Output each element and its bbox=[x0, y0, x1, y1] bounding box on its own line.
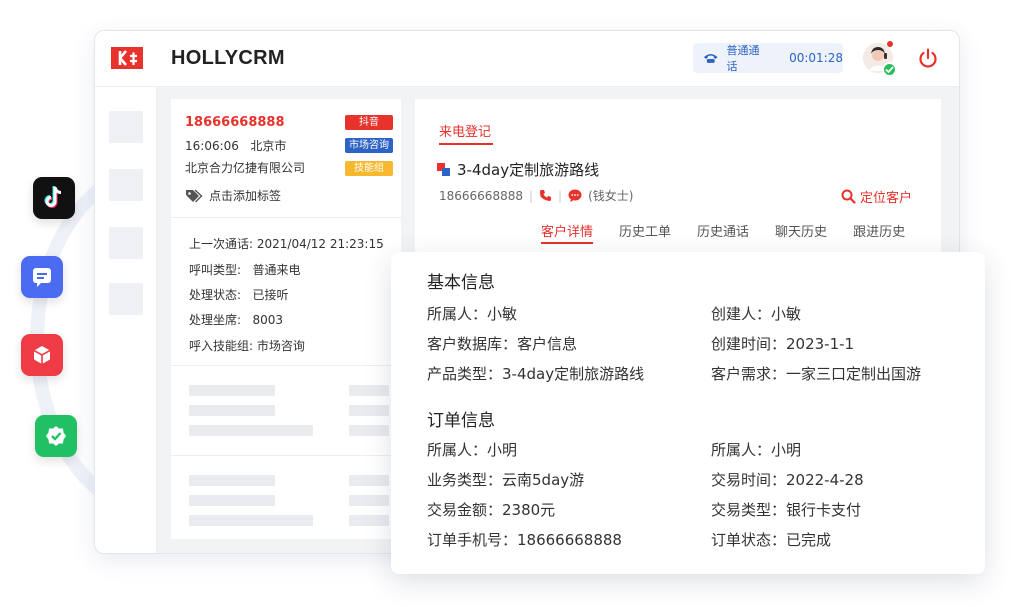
nav-item[interactable] bbox=[109, 169, 143, 201]
product-logo-icon bbox=[437, 162, 450, 176]
call-status-pill[interactable]: 普通通话 00:01:28 bbox=[693, 43, 843, 73]
contact-name: (钱女士) bbox=[588, 189, 634, 203]
tab-call-registration[interactable]: 来电登记 bbox=[439, 121, 491, 140]
order-field: 业务类型：云南5day游 bbox=[427, 471, 585, 489]
verified-badge-icon bbox=[46, 426, 66, 446]
placeholder-line bbox=[349, 425, 389, 436]
placeholder-line bbox=[189, 495, 275, 506]
basic-field: 客户需求：一家三口定制出国游 bbox=[711, 365, 922, 383]
search-icon bbox=[841, 189, 856, 204]
nav-item[interactable] bbox=[109, 227, 143, 259]
tab-history-calls[interactable]: 历史通话 bbox=[697, 221, 749, 244]
order-field: 订单状态：已完成 bbox=[711, 531, 832, 549]
locate-customer-button[interactable]: 定位客户 bbox=[841, 187, 912, 206]
call-detail-row: 上一次通话: 2021/04/12 21:23:15 bbox=[189, 237, 384, 251]
message-icon bbox=[33, 268, 51, 287]
hollycrm-logo-icon bbox=[111, 47, 143, 69]
cube-icon bbox=[33, 346, 51, 364]
douyin-note-icon bbox=[44, 186, 62, 208]
tag-icon bbox=[186, 188, 203, 202]
placeholder-line bbox=[349, 495, 389, 506]
nav-item[interactable] bbox=[109, 283, 143, 315]
call-icon[interactable] bbox=[539, 189, 552, 202]
caller-company: 北京合力亿捷有限公司 bbox=[185, 161, 306, 175]
placeholder-line bbox=[349, 475, 389, 486]
add-tag-label: 点击添加标签 bbox=[209, 189, 282, 203]
placeholder-line bbox=[349, 405, 389, 416]
order-info-title: 订单信息 bbox=[427, 411, 495, 431]
basic-field: 创建时间：2023-1-1 bbox=[711, 335, 855, 353]
order-field: 所属人：小明 bbox=[427, 441, 518, 459]
top-bar: HOLLYCRM 普通通话 00:01:28 bbox=[95, 31, 959, 87]
locate-customer-label: 定位客户 bbox=[860, 191, 913, 206]
placeholder-line bbox=[189, 405, 275, 416]
notification-dot bbox=[887, 41, 893, 47]
call-detail-row: 呼入技能组: 市场咨询 bbox=[189, 339, 305, 353]
contact-line: 18666668888 | | (钱女士) bbox=[439, 187, 633, 204]
call-timer: 00:01:28 bbox=[789, 51, 843, 65]
product-title-text: 3-4day定制旅游路线 bbox=[457, 161, 600, 179]
nav-item[interactable] bbox=[109, 111, 143, 143]
basic-field: 产品类型：3-4day定制旅游路线 bbox=[427, 365, 645, 383]
douyin-app-icon[interactable] bbox=[33, 177, 75, 219]
tab-chat-history[interactable]: 聊天历史 bbox=[775, 221, 827, 244]
product-title: 3-4day定制旅游路线 bbox=[437, 159, 599, 180]
basic-info-title: 基本信息 bbox=[427, 273, 495, 293]
caller-card: 18666668888 抖音 市场咨询 技能组 16:06:06 北京市 北京合… bbox=[171, 99, 401, 539]
call-detail-row: 处理坐席: 8003 bbox=[189, 313, 284, 327]
add-tag-link[interactable]: 点击添加标签 bbox=[185, 187, 281, 204]
order-field: 交易类型：银行卡支付 bbox=[711, 501, 862, 519]
caller-phone: 18666668888 bbox=[185, 115, 285, 130]
placeholder-line bbox=[349, 515, 389, 526]
placeholder-line bbox=[349, 385, 389, 396]
phone-icon bbox=[703, 54, 718, 63]
verified-app-icon[interactable] bbox=[35, 415, 77, 457]
tab-customer-details[interactable]: 客户详情 bbox=[541, 221, 594, 244]
call-detail-row: 处理状态: 已接听 bbox=[189, 288, 289, 302]
call-type: 普通通话 bbox=[726, 44, 760, 73]
basic-field: 所属人：小敏 bbox=[427, 305, 518, 323]
order-field: 所属人：小明 bbox=[711, 441, 802, 459]
box-app-icon[interactable] bbox=[21, 334, 63, 376]
basic-field: 创建人：小敏 bbox=[711, 305, 802, 323]
order-field: 交易金额：2380元 bbox=[427, 501, 556, 519]
placeholder-line bbox=[189, 385, 275, 396]
call-detail-row: 呼叫类型: 普通来电 bbox=[189, 263, 301, 277]
divider bbox=[171, 455, 401, 456]
badge-source: 抖音 bbox=[345, 115, 393, 130]
order-field: 订单手机号：18666668888 bbox=[427, 531, 622, 549]
placeholder-line bbox=[189, 515, 313, 526]
placeholder-line bbox=[189, 425, 313, 436]
divider bbox=[171, 217, 401, 218]
divider bbox=[171, 365, 401, 366]
caller-city: 北京市 bbox=[250, 139, 287, 153]
side-nav bbox=[95, 87, 157, 553]
order-field: 交易时间：2022-4-28 bbox=[711, 471, 864, 489]
agent-avatar[interactable] bbox=[863, 41, 897, 77]
message-app-icon[interactable] bbox=[21, 256, 63, 298]
badge-topic: 市场咨询 bbox=[345, 138, 393, 153]
tab-underline bbox=[439, 143, 493, 145]
separator: | bbox=[528, 188, 534, 203]
customer-detail-popup: 基本信息 所属人：小敏 创建人：小敏 客户数据库：客户信息 创建时间：2023-… bbox=[391, 252, 985, 574]
chat-icon[interactable] bbox=[568, 189, 582, 202]
separator: | bbox=[558, 188, 563, 203]
brand-name: HOLLYCRM bbox=[171, 47, 285, 69]
detail-tabs: 客户详情 历史工单 历史通话 聊天历史 跟进历史 bbox=[541, 221, 905, 244]
basic-field: 客户数据库：客户信息 bbox=[427, 335, 578, 353]
caller-time: 16:06:06 bbox=[185, 139, 239, 153]
power-icon[interactable] bbox=[917, 47, 939, 69]
placeholder-line bbox=[189, 475, 275, 486]
caller-time-city: 16:06:06 北京市 bbox=[185, 137, 286, 154]
online-check-icon bbox=[882, 62, 897, 77]
contact-phone: 18666668888 bbox=[439, 188, 523, 203]
badge-skill-group: 技能组 bbox=[345, 161, 393, 176]
tab-followup-history[interactable]: 跟进历史 bbox=[853, 221, 905, 244]
tab-history-tickets[interactable]: 历史工单 bbox=[619, 221, 671, 244]
